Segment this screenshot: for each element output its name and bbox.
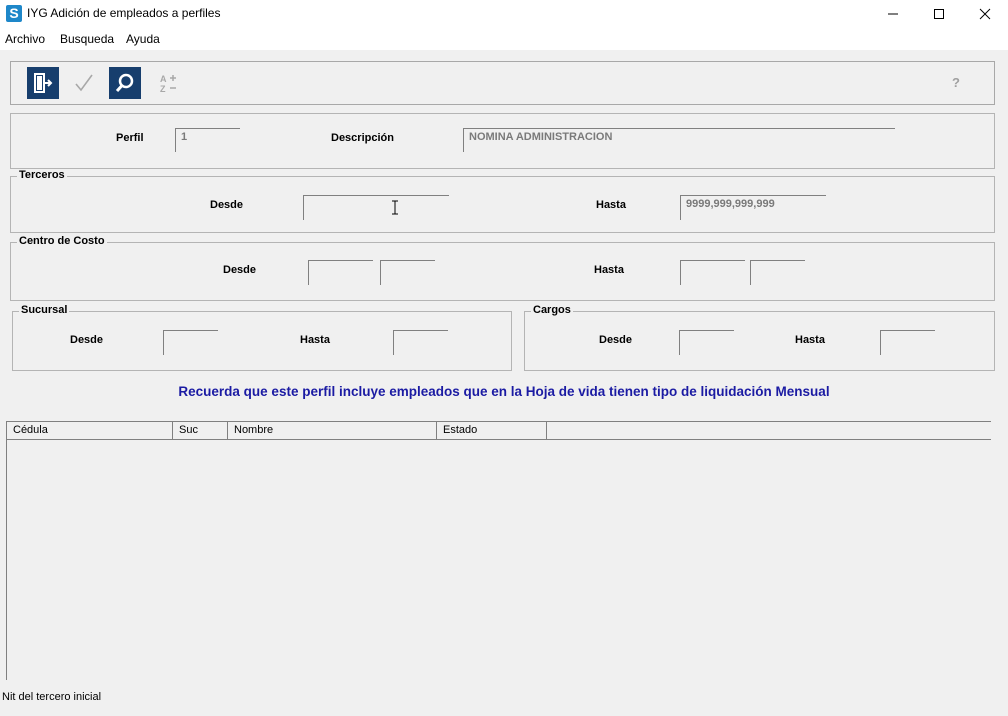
column-header-estado[interactable]: Estado (437, 422, 547, 439)
sucursal-desde-input[interactable] (163, 330, 218, 355)
centro-costo-hasta-label: Hasta (594, 264, 624, 276)
descripcion-field[interactable]: NOMINA ADMINISTRACION (463, 128, 895, 152)
search-icon (115, 73, 134, 93)
help-icon[interactable]: ? (952, 75, 960, 90)
maximize-button[interactable] (916, 0, 962, 28)
accept-button[interactable] (68, 67, 100, 99)
cargos-hasta-input[interactable] (880, 330, 935, 355)
employees-grid[interactable]: Cédula Suc Nombre Estado (6, 421, 991, 680)
menu-busqueda[interactable]: Busqueda (60, 32, 114, 46)
svg-text:Z: Z (160, 84, 166, 94)
close-button[interactable] (962, 0, 1008, 28)
column-header-cedula[interactable]: Cédula (7, 422, 173, 439)
cargos-panel: Cargos Desde Hasta (524, 304, 995, 371)
perfil-field[interactable]: 1 (175, 128, 240, 152)
maximize-icon (934, 9, 944, 19)
column-header-suc[interactable]: Suc (173, 422, 228, 439)
terceros-hasta-input[interactable]: 9999,999,999,999 (680, 195, 826, 220)
menu-archivo[interactable]: Archivo (5, 32, 45, 46)
text-cursor-icon (392, 200, 398, 215)
menu-ayuda[interactable]: Ayuda (126, 32, 160, 46)
terceros-title: Terceros (17, 169, 67, 181)
exit-button[interactable] (27, 67, 59, 99)
descripcion-label: Descripción (331, 132, 394, 144)
app-logo-icon: S (6, 5, 22, 22)
svg-text:A: A (160, 74, 167, 84)
terceros-desde-input[interactable] (303, 195, 449, 220)
cargos-desde-label: Desde (599, 334, 633, 346)
liquidation-notice: Recuerda que este perfil incluye emplead… (178, 384, 830, 399)
centro-costo-desde-input-2[interactable] (380, 260, 435, 285)
terceros-hasta-label: Hasta (596, 199, 626, 211)
sucursal-panel: Sucursal Desde Hasta (12, 304, 512, 371)
centro-costo-desde-label: Desde (223, 264, 257, 276)
checkmark-icon (75, 74, 93, 92)
close-icon (979, 8, 991, 20)
perfil-value: 1 (181, 131, 188, 143)
terceros-hasta-value: 9999,999,999,999 (686, 198, 775, 210)
sort-az-icon: A Z (160, 74, 176, 94)
cargos-title: Cargos (531, 304, 573, 316)
sort-button[interactable]: A Z (151, 67, 183, 99)
search-button[interactable] (109, 67, 141, 99)
column-header-nombre[interactable]: Nombre (228, 422, 437, 439)
centro-costo-title: Centro de Costo (17, 235, 107, 247)
exit-door-icon (34, 73, 53, 93)
centro-costo-hasta-input-1[interactable] (680, 260, 745, 285)
minimize-icon (888, 13, 898, 15)
perfil-label: Perfil (116, 132, 144, 144)
cargos-desde-input[interactable] (679, 330, 734, 355)
perfil-panel: Perfil 1 Descripción NOMINA ADMINISTRACI… (10, 113, 995, 169)
title-bar: S IYG Adición de empleados a perfiles (0, 0, 1008, 28)
status-text: Nit del tercero inicial (2, 691, 102, 703)
cargos-hasta-label: Hasta (795, 334, 825, 346)
descripcion-value: NOMINA ADMINISTRACION (469, 131, 613, 143)
terceros-panel: Terceros Desde Hasta 9999,999,999,999 (10, 169, 995, 233)
minimize-button[interactable] (870, 0, 916, 28)
sucursal-title: Sucursal (19, 304, 70, 316)
centro-costo-hasta-input-2[interactable] (750, 260, 805, 285)
toolbar: A Z ? (10, 61, 995, 105)
window-title: IYG Adición de empleados a perfiles (27, 6, 221, 20)
terceros-desde-label: Desde (210, 199, 244, 211)
sucursal-desde-label: Desde (70, 334, 104, 346)
centro-costo-panel: Centro de Costo Desde Hasta (10, 235, 995, 301)
menu-bar: Archivo Busqueda Ayuda (0, 28, 1008, 50)
grid-header: Cédula Suc Nombre Estado (7, 422, 991, 440)
sucursal-hasta-label: Hasta (300, 334, 330, 346)
centro-costo-desde-input-1[interactable] (308, 260, 373, 285)
sucursal-hasta-input[interactable] (393, 330, 448, 355)
